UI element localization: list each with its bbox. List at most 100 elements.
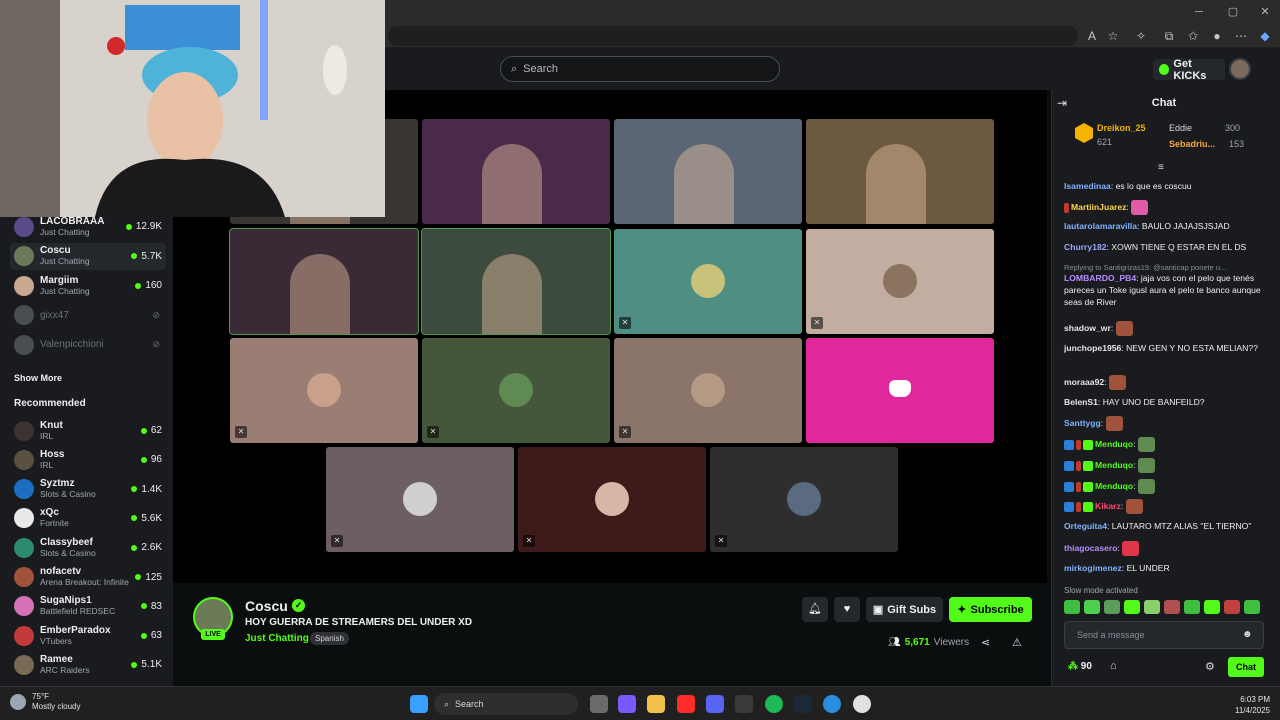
chat-username[interactable]: LOMBARDO_PB4 [1064,273,1136,283]
chat-username[interactable]: Menduqo [1095,481,1133,491]
collapse-chat-icon[interactable]: ⇥ [1057,96,1067,110]
show-more-button[interactable]: Show More [14,373,62,383]
emote-icon[interactable] [1124,600,1140,614]
chat-message[interactable]: mirkogimenez: EL UNDER [1064,562,1264,574]
sidebar-item-syztmz[interactable]: Syztmz Slots & Casino 1.4K [10,476,166,503]
share-icon[interactable]: ⋖ [981,636,990,649]
obs-icon[interactable] [853,695,871,713]
channel-name[interactable]: Coscu [245,598,288,614]
chat-send-button[interactable]: Chat [1228,657,1264,677]
chat-message[interactable]: Menduqo: [1064,437,1264,452]
category-link[interactable]: Just Chatting [245,633,309,644]
chat-message[interactable]: MartiinJuarez: [1064,200,1264,215]
expand-gifters-icon[interactable]: ≡ [1158,162,1164,173]
sidebar-item-lacobraaa[interactable]: LACOBRAAA Just Chatting 12.9K [10,213,166,240]
start-icon[interactable] [410,695,428,713]
get-kicks-button[interactable]: Get KICKs [1153,58,1225,82]
task-view-icon[interactable] [590,695,608,713]
channel-points[interactable]: ⁂ 90 [1068,661,1092,672]
gift-subs-button[interactable]: ▣ Gift Subs [866,597,943,622]
sidebar-item-suganips1[interactable]: SugaNips1 Battlefield REDSEC 83 [10,593,166,620]
sidebar-item-margiim[interactable]: Margiim Just Chatting 160 [10,272,166,299]
file-explorer-icon[interactable] [647,695,665,713]
gifter-name[interactable]: Sebadriu... [1169,139,1215,149]
clock[interactable]: 6:03 PM 11/4/2025 [1210,694,1270,716]
chat-username[interactable]: Menduqo [1095,439,1133,449]
chat-message[interactable]: LOMBARDO_PB4: jaja vos con el pelo que t… [1064,272,1264,308]
copilot-icon[interactable]: ◆ [1256,28,1274,44]
chat-message[interactable]: junchope1956: NEW GEN Y NO ESTA MELIAN?? [1064,342,1264,354]
chat-message[interactable]: Menduqo: [1064,479,1264,494]
favorite-star-icon[interactable]: ☆ [1104,28,1122,44]
more-menu-icon[interactable]: ⋯ [1232,28,1250,44]
avatar[interactable] [1229,58,1251,80]
profile-icon[interactable]: ● [1208,28,1226,44]
emoji-icon[interactable]: ☻ [1242,629,1253,640]
subscribe-button[interactable]: ✦ Subscribe [949,597,1032,622]
gifter-name[interactable]: Eddie [1169,123,1192,133]
gifter-name[interactable]: Dreikon_25 [1097,123,1146,133]
chat-message[interactable]: thiagocasero: [1064,541,1264,556]
chat-username[interactable]: moraaa92 [1064,377,1104,387]
emote-icon[interactable] [1144,600,1160,614]
emote-icon[interactable] [1084,600,1100,614]
steam-icon[interactable] [794,695,812,713]
notification-bell-button[interactable]: 🔔︎ [802,597,828,622]
chat-message[interactable]: shadow_wr: [1064,321,1264,336]
sidebar-item-ramee[interactable]: Ramee ARC Raiders 5.1K [10,651,166,678]
weather-widget[interactable]: 75°F Mostly cloudy [10,692,80,712]
emote-icon[interactable] [1064,600,1080,614]
read-aloud-icon[interactable]: A [1083,28,1101,44]
close-window-icon[interactable]: ✕ [1256,4,1274,20]
search-input[interactable]: ⌕ Search [500,56,780,82]
chat-username[interactable]: shadow_wr [1064,323,1111,333]
chat-input[interactable]: Send a message [1064,621,1264,649]
discord-icon[interactable] [706,695,724,713]
copilot-app-icon[interactable] [618,695,636,713]
chat-message[interactable]: moraaa92: [1064,375,1264,390]
gear-icon[interactable]: ⚙ [1205,660,1215,673]
chat-message[interactable]: Orteguita4: LAUTARO MTZ ALIAS "EL TIERNO… [1064,520,1264,532]
follow-button[interactable]: ♥ [834,597,860,622]
sidebar-item-emberparadox[interactable]: EmberParadox VTubers 63 [10,622,166,649]
chat-username[interactable]: Santtygg [1064,418,1101,428]
chat-message[interactable]: Menduqo: [1064,458,1264,473]
chat-username[interactable]: Isamedinaa [1064,181,1111,191]
report-icon[interactable]: ⚠ [1012,636,1022,649]
language-tag[interactable]: Spanish [310,632,349,645]
chat-username[interactable]: Menduqo [1095,460,1133,470]
sidebar-item-xqc[interactable]: xQc Fortnite 5.6K [10,505,166,532]
sidebar-item-gixx47[interactable]: gixx47 ⊘ [10,302,166,329]
store-icon[interactable]: ⌂ [1110,660,1117,672]
sidebar-item-hoss[interactable]: Hoss IRL 96 [10,446,166,473]
split-screen-icon[interactable]: ⧉ [1160,28,1178,44]
chat-username[interactable]: Churry182 [1064,242,1107,252]
chat-username[interactable]: Kikarz [1095,501,1121,511]
chat-message[interactable]: Kikarz: [1064,499,1264,514]
chat-username[interactable]: MartiinJuarez [1071,202,1126,212]
sidebar-item-knut[interactable]: Knut IRL 62 [10,417,166,444]
chat-message[interactable]: lautarolamaravilla: BAULO JAJAJSJSJAD [1064,220,1264,232]
chat-message[interactable]: Churry182: XOWN TIENE Q ESTAR EN EL DS [1064,241,1264,253]
emote-icon[interactable] [1204,600,1220,614]
emote-icon[interactable] [1164,600,1180,614]
minimize-icon[interactable]: ─ [1190,4,1208,20]
chat-username[interactable]: thiagocasero [1064,543,1118,553]
extensions-icon[interactable]: ✧ [1132,28,1150,44]
chat-username[interactable]: BelenS1 [1064,397,1098,407]
youtube-icon[interactable] [677,695,695,713]
chat-message[interactable]: Santtygg: [1064,416,1264,431]
address-bar[interactable] [388,26,1078,46]
edge-icon[interactable] [823,695,841,713]
emote-icon[interactable] [1184,600,1200,614]
taskbar-search[interactable]: ⌕ Search [434,693,578,715]
chat-username[interactable]: junchope1956 [1064,343,1121,353]
maximize-icon[interactable]: ▢ [1224,4,1242,20]
sidebar-item-valenpicchioni[interactable]: Valenpicchioni ⊘ [10,331,166,358]
sidebar-item-coscu[interactable]: Coscu Just Chatting 5.7K [10,242,166,270]
sidebar-item-nofacetv[interactable]: nofacetv Arena Breakout: Infinite 125 [10,564,166,591]
emote-icon[interactable] [1244,600,1260,614]
chat-username[interactable]: lautarolamaravilla [1064,221,1137,231]
favorites-icon[interactable]: ✩ [1184,28,1202,44]
app-icon[interactable] [735,695,753,713]
